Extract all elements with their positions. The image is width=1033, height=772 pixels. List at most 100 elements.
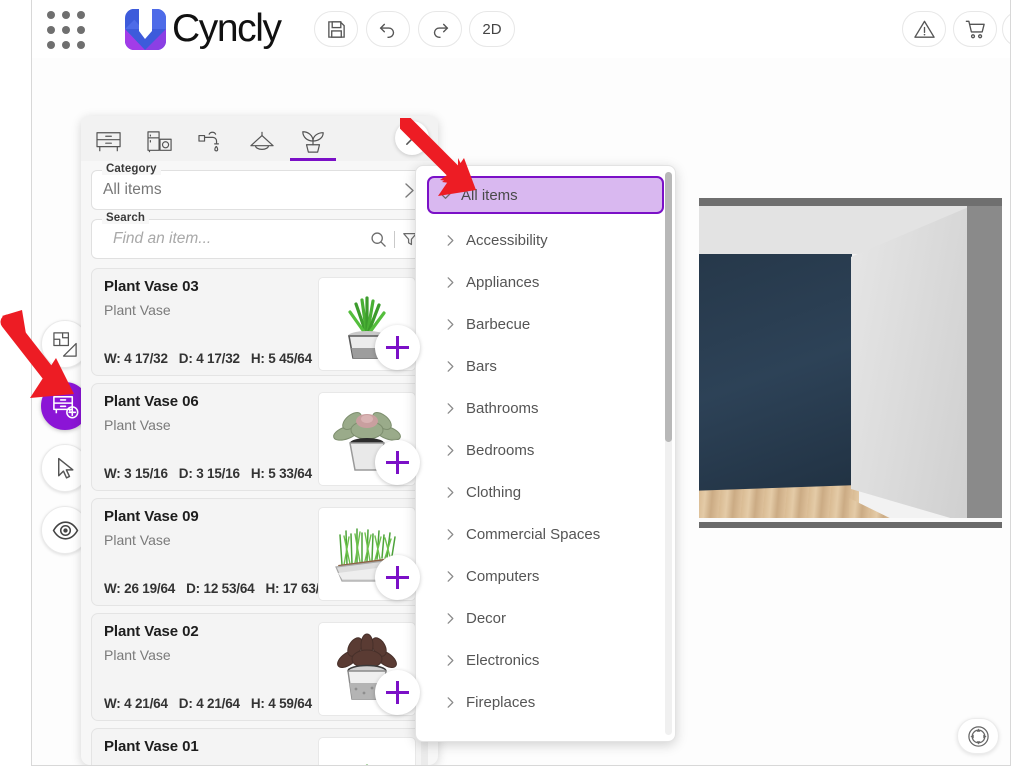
product-width: W: 3 15/16: [104, 466, 168, 481]
product-depth: D: 4 17/32: [178, 351, 240, 366]
category-value: All items: [103, 181, 162, 198]
category-item-all-items[interactable]: All items: [427, 176, 664, 214]
category-item-label: All items: [461, 186, 518, 204]
app-root: Cyncly 2D Category All items Search Find…: [0, 0, 1033, 772]
catalog-tab-furniture[interactable]: [93, 121, 125, 157]
category-item-label: Bathrooms: [466, 399, 539, 417]
chevron-right-icon: [444, 360, 457, 373]
category-item-bathrooms[interactable]: Bathrooms: [427, 387, 664, 429]
product-width: W: 26 19/64: [104, 581, 176, 596]
chevron-right-icon: [444, 696, 457, 709]
category-item-bars[interactable]: Bars: [427, 345, 664, 387]
shopping-cart-icon[interactable]: [953, 11, 997, 47]
category-item-label: Fireplaces: [466, 693, 536, 711]
pan-navigate-icon[interactable]: [957, 718, 999, 754]
category-item-label: Decor: [466, 609, 507, 627]
chevron-right-icon: [444, 318, 457, 331]
product-dimensions: W: 4 21/64 D: 4 21/64 H: 4 59/64: [104, 696, 312, 711]
room-3d-render[interactable]: [699, 198, 1002, 528]
room-right-wall: [851, 206, 971, 524]
view-mode-2d-button[interactable]: 2D: [469, 11, 515, 47]
category-popup-scrollbar[interactable]: [665, 172, 672, 735]
close-panel-button[interactable]: [395, 121, 429, 155]
category-item-accessibility[interactable]: Accessibility: [427, 219, 664, 261]
category-select[interactable]: Category All items: [91, 163, 428, 210]
product-width: W: 4 21/64: [104, 696, 168, 711]
category-item-label: Commercial Spaces: [466, 525, 601, 543]
design-viewport[interactable]: Category All items Search Find an item..…: [32, 58, 1010, 765]
product-list[interactable]: Plant Vase 03 Plant Vase W: 4 17/32 D: 4 …: [91, 268, 428, 765]
category-label: Category: [102, 163, 161, 175]
list-item[interactable]: Plant Vase 02 Plant Vase W: 4 21/64 D: 4 …: [91, 613, 428, 721]
chevron-right-icon: [444, 654, 457, 667]
search-label: Search: [102, 212, 149, 224]
category-item-label: Appliances: [466, 273, 540, 291]
category-item-barbecue[interactable]: Barbecue: [427, 303, 664, 345]
product-width: W: 4 17/32: [104, 351, 168, 366]
window-gutter-left: [0, 0, 31, 772]
category-item-label: Computers: [466, 567, 540, 585]
category-item-commercial-spaces[interactable]: Commercial Spaces: [427, 513, 664, 555]
category-item-label: Accessibility: [466, 231, 548, 249]
chevron-right-icon: [444, 486, 457, 499]
product-dimensions: W: 4 17/32 D: 4 17/32 H: 5 45/64: [104, 351, 312, 366]
category-item-label: Bedrooms: [466, 441, 535, 459]
product-height: H: 4 59/64: [250, 696, 312, 711]
save-button[interactable]: [314, 11, 358, 47]
add-product-button[interactable]: [375, 555, 420, 600]
category-item-fireplaces[interactable]: Fireplaces: [427, 681, 664, 723]
category-item-computers[interactable]: Computers: [427, 555, 664, 597]
chevron-right-icon: [444, 234, 457, 247]
list-item[interactable]: Plant Vase 01 Plant Vase W: 4 1/4D: 4 1/…: [91, 728, 428, 765]
brand-name: Cyncly: [172, 7, 282, 50]
add-product-button[interactable]: [375, 325, 420, 370]
category-item-label: Barbecue: [466, 315, 531, 333]
room-back-wall: [699, 254, 852, 524]
top-toolbar: Cyncly 2D: [32, 0, 1010, 58]
catalog-tab-bar: [81, 116, 438, 161]
list-item[interactable]: Plant Vase 06 Plant Vase W: 3 15/16 D: 3 …: [91, 383, 428, 491]
category-dropdown-popup[interactable]: All items Accessibility Appliances Barbe…: [415, 165, 676, 742]
category-item-electronics[interactable]: Electronics: [427, 639, 664, 681]
product-dimensions: W: 3 15/16 D: 3 15/16 H: 5 33/64: [104, 466, 312, 481]
window-gutter-bottom: [0, 766, 1033, 772]
chevron-right-icon: [444, 444, 457, 457]
chevron-right-icon: [444, 402, 457, 415]
search-icon[interactable]: [370, 231, 387, 248]
catalog-tab-plants[interactable]: [290, 121, 336, 161]
catalog-tab-appliances[interactable]: [144, 121, 176, 157]
add-product-button[interactable]: [375, 440, 420, 485]
category-item-appliances[interactable]: Appliances: [427, 261, 664, 303]
chevron-down-icon: [439, 189, 452, 202]
product-dimensions: W: 26 19/64 D: 12 53/64 H: 17 63/64: [104, 581, 334, 596]
chevron-right-icon: [444, 570, 457, 583]
redo-button[interactable]: [418, 11, 462, 47]
product-height: H: 5 33/64: [250, 466, 312, 481]
list-item[interactable]: Plant Vase 09 Plant Vase W: 26 19/64 D: 1…: [91, 498, 428, 606]
catalog-tab-lighting[interactable]: [246, 121, 278, 157]
field-divider: [394, 230, 395, 248]
category-item-clothing[interactable]: Clothing: [427, 471, 664, 513]
apps-grid-icon[interactable]: [43, 7, 89, 53]
list-item[interactable]: Plant Vase 03 Plant Vase W: 4 17/32 D: 4 …: [91, 268, 428, 376]
category-item-bedrooms[interactable]: Bedrooms: [427, 429, 664, 471]
category-popup-scroll-thumb[interactable]: [665, 172, 672, 442]
product-height: H: 5 45/64: [250, 351, 312, 366]
product-depth: D: 3 15/16: [178, 466, 240, 481]
category-item-label: Clothing: [466, 483, 522, 501]
user-avatar-icon[interactable]: [1002, 11, 1010, 47]
window-gutter-right: [1011, 0, 1033, 772]
chevron-right-icon: [444, 528, 457, 541]
category-item-decor[interactable]: Decor: [427, 597, 664, 639]
room-bottom-strip: [699, 522, 1002, 528]
product-depth: D: 4 21/64: [178, 696, 240, 711]
room-right-edge: [967, 206, 1002, 524]
search-input[interactable]: Search Find an item...: [91, 212, 428, 259]
catalog-tab-plumbing[interactable]: [195, 121, 227, 157]
catalog-panel[interactable]: Category All items Search Find an item..…: [81, 116, 438, 765]
view-mode-label: 2D: [482, 20, 502, 38]
undo-button[interactable]: [366, 11, 410, 47]
warning-triangle-icon[interactable]: [902, 11, 946, 47]
chevron-right-icon: [444, 276, 457, 289]
add-product-button[interactable]: [375, 670, 420, 715]
